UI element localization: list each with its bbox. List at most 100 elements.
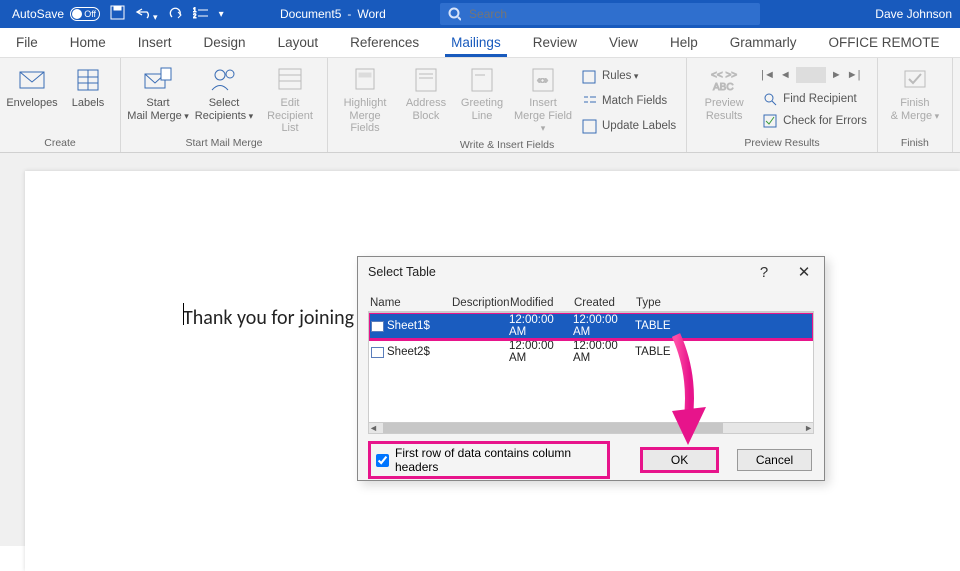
tab-references[interactable]: References xyxy=(344,30,425,57)
match-icon xyxy=(582,94,597,109)
user-name[interactable]: Dave Johnson xyxy=(875,7,952,21)
record-number-field[interactable] xyxy=(796,67,826,83)
search-input[interactable] xyxy=(469,7,752,21)
window-title: Document5-Word xyxy=(280,7,386,21)
edit-recipient-list-button: EditRecipient List xyxy=(259,62,321,135)
next-record-icon[interactable]: ► xyxy=(831,69,842,81)
insert-merge-field-button: «»InsertMerge Field xyxy=(512,62,574,135)
select-table-dialog: Select Table ? ✕ NameDescriptionModified… xyxy=(357,256,825,481)
record-nav[interactable]: |◄ ◄ ► ►| xyxy=(759,62,871,88)
finish-merge-button: Finish& Merge xyxy=(884,62,946,122)
autosave-toggle[interactable]: AutoSave Off xyxy=(12,7,100,21)
highlight-merge-fields-button: HighlightMerge Fields xyxy=(334,62,396,135)
numbering-icon[interactable]: 12 xyxy=(193,6,209,23)
dialog-help-icon[interactable]: ? xyxy=(744,257,784,287)
tab-insert[interactable]: Insert xyxy=(132,30,178,57)
find-recipient-button[interactable]: Find Recipient xyxy=(759,88,871,110)
ribbon-tabs: File Home Insert Design Layout References Mail… xyxy=(0,28,960,58)
save-icon[interactable] xyxy=(110,5,125,23)
column-header[interactable]: Type xyxy=(636,297,686,309)
column-header[interactable]: Description xyxy=(452,297,510,309)
tab-mailings[interactable]: Mailings xyxy=(445,30,507,57)
scroll-right-icon[interactable]: ► xyxy=(804,423,813,433)
dialog-title: Select Table xyxy=(368,265,436,279)
tab-file[interactable]: File xyxy=(10,30,44,57)
column-header[interactable]: Name xyxy=(370,297,452,309)
ribbon-group-finish: Finish& MergeFinish xyxy=(878,58,953,152)
group-label: Start Mail Merge xyxy=(121,135,327,152)
horizontal-scrollbar[interactable]: ◄ ► xyxy=(368,422,814,434)
find-icon xyxy=(763,92,778,107)
prev-record-icon[interactable]: ◄ xyxy=(780,69,791,81)
qat-more-icon[interactable]: ▾ xyxy=(219,9,224,20)
autosave-label: AutoSave xyxy=(12,7,64,21)
column-header[interactable]: Created xyxy=(574,297,636,309)
finish-icon xyxy=(899,65,931,93)
svg-text:<< >>: << >> xyxy=(711,70,737,81)
table-row[interactable]: Sheet2$12:00:00 AM12:00:00 AMTABLE xyxy=(369,339,813,365)
search-icon xyxy=(448,7,461,21)
preview-icon: << >>ABC xyxy=(708,65,740,93)
tab-layout[interactable]: Layout xyxy=(272,30,325,57)
tab-view[interactable]: View xyxy=(603,30,644,57)
update-labels-button[interactable]: Update Labels xyxy=(578,115,680,137)
column-header[interactable]: Modified xyxy=(510,297,574,309)
tab-review[interactable]: Review xyxy=(527,30,583,57)
labels-button[interactable]: Labels xyxy=(62,62,114,110)
update-icon xyxy=(582,119,597,134)
highlight-icon xyxy=(349,65,381,93)
select-recipients-button[interactable]: SelectRecipients xyxy=(193,62,255,122)
tab-office-remote[interactable]: OFFICE REMOTE xyxy=(823,30,946,57)
check-icon xyxy=(763,114,778,129)
search-box[interactable] xyxy=(440,3,760,25)
scroll-thumb[interactable] xyxy=(383,423,723,433)
quick-access-toolbar: ▾ 12 ▾ xyxy=(110,5,224,23)
group-label: Create xyxy=(0,135,120,152)
recipients-icon xyxy=(208,65,240,93)
tab-design[interactable]: Design xyxy=(198,30,252,57)
svg-text:2: 2 xyxy=(193,14,197,20)
ribbon-group-start-mail-merge: StartMail MergeSelectRecipientsEditRecip… xyxy=(121,58,328,152)
address-block-button: AddressBlock xyxy=(400,62,452,122)
titlebar: AutoSave Off ▾ 12 ▾ Document5-Word Dave … xyxy=(0,0,960,28)
redo-icon[interactable] xyxy=(168,6,183,23)
envelope-icon xyxy=(16,65,48,93)
insertfield-icon: «» xyxy=(527,65,559,93)
start-mail-merge-button[interactable]: StartMail Merge xyxy=(127,62,189,122)
address-icon xyxy=(410,65,442,93)
ribbon-group-preview-results: << >>ABCPreviewResults |◄ ◄ ► ►| Find Recipie… xyxy=(687,58,878,152)
greeting-icon xyxy=(466,65,498,93)
first-row-headers-checkbox[interactable]: First row of data contains column header… xyxy=(370,443,608,477)
rules-icon xyxy=(582,69,597,84)
ribbon: EnvelopesLabelsCreateStartMail MergeSele… xyxy=(0,58,960,153)
ok-button[interactable]: OK xyxy=(642,449,717,471)
first-record-icon[interactable]: |◄ xyxy=(761,69,775,81)
check-for-errors-button[interactable]: Check for Errors xyxy=(759,110,871,132)
sheet-icon xyxy=(371,347,384,358)
envelopes-button[interactable]: Envelopes xyxy=(6,62,58,110)
table-list[interactable]: Sheet1$12:00:00 AM12:00:00 AMTABLESheet2… xyxy=(368,312,814,424)
scroll-left-icon[interactable]: ◄ xyxy=(369,423,378,433)
undo-icon[interactable]: ▾ xyxy=(135,6,158,23)
rules-button[interactable]: Rules xyxy=(578,65,680,87)
table-row[interactable]: Sheet1$12:00:00 AM12:00:00 AMTABLE xyxy=(369,313,813,339)
table-header: NameDescriptionModifiedCreatedType xyxy=(368,297,814,312)
last-record-icon[interactable]: ►| xyxy=(847,69,861,81)
tab-home[interactable]: Home xyxy=(64,30,112,57)
mailmerge-icon xyxy=(142,65,174,93)
sheet-icon xyxy=(371,321,384,332)
close-icon[interactable]: ✕ xyxy=(784,257,824,287)
preview-results-button: << >>ABCPreviewResults xyxy=(693,62,755,122)
group-label: Preview Results xyxy=(687,135,877,152)
ribbon-group-create: EnvelopesLabels Create xyxy=(0,58,121,152)
cancel-button[interactable]: Cancel xyxy=(737,449,812,471)
svg-text:«»: «» xyxy=(537,75,549,86)
editlist-icon xyxy=(274,65,306,93)
text-cursor xyxy=(183,303,184,325)
label-icon xyxy=(72,65,104,93)
tab-grammarly[interactable]: Grammarly xyxy=(724,30,803,57)
match-fields-button[interactable]: Match Fields xyxy=(578,90,680,112)
tab-help[interactable]: Help xyxy=(664,30,704,57)
group-label: Write & Insert Fields xyxy=(328,137,686,154)
svg-text:ABC: ABC xyxy=(713,82,734,93)
